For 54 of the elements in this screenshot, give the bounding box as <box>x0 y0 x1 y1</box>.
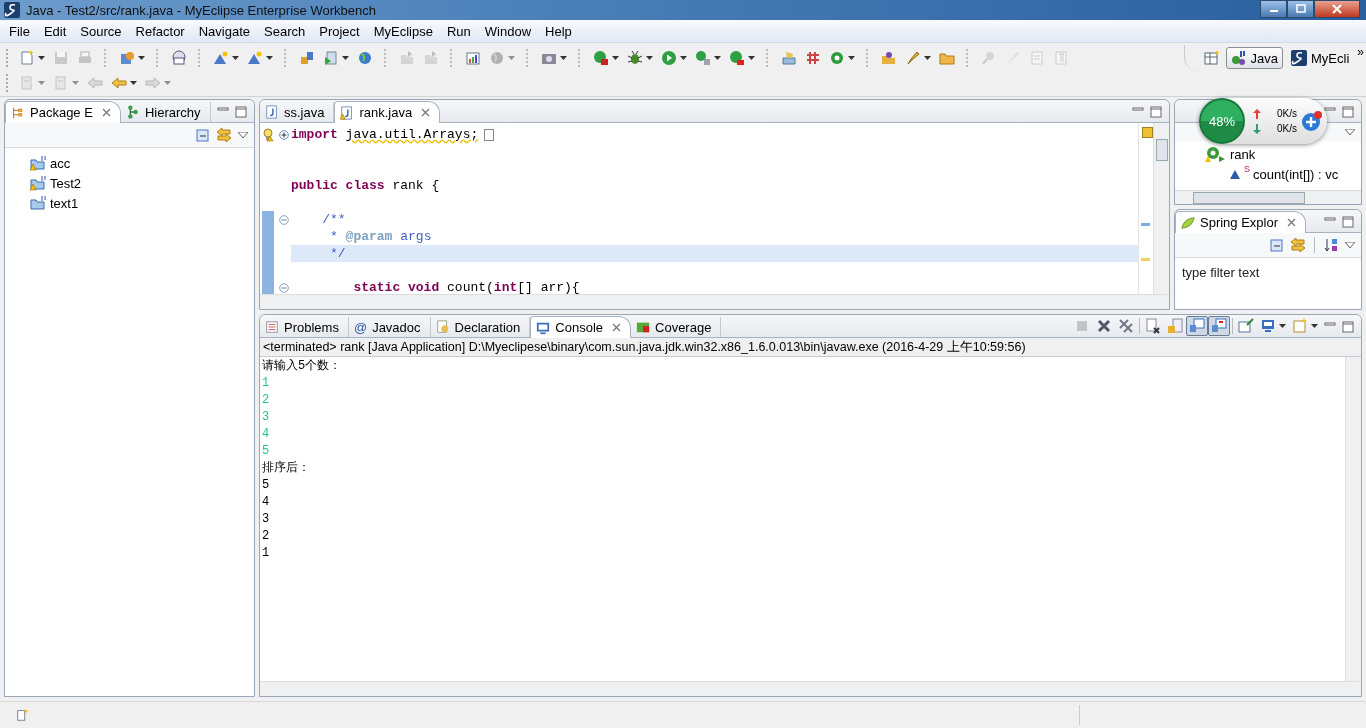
menu-item[interactable]: Search <box>257 23 313 39</box>
perspective-button[interactable]: MyEcli <box>1286 47 1355 69</box>
tree-item[interactable]: text1 <box>50 195 79 211</box>
view-tab[interactable]: Coverage <box>631 317 722 337</box>
view-tab[interactable]: Spring Explor <box>1175 211 1307 233</box>
code-line: static void count(int[] arr){ <box>352 280 580 294</box>
view-tab[interactable]: Problems <box>260 317 349 337</box>
view-tab[interactable]: Hierarchy <box>120 102 211 122</box>
perspective-button[interactable]: Java <box>1225 47 1284 69</box>
at-sign-icon: @ <box>353 319 368 335</box>
code-line: public class rank { <box>291 178 440 193</box>
static-marker: S <box>1244 164 1250 174</box>
menu-item[interactable]: File <box>2 23 37 39</box>
view-tab[interactable]: Console <box>530 316 631 338</box>
menu-item[interactable]: MyEclipse <box>366 23 440 39</box>
editor-tab[interactable]: ss.java <box>260 102 335 122</box>
code-line: */ <box>329 246 346 261</box>
console-line: 2 <box>261 528 271 545</box>
console-line: 请输入5个数： <box>261 358 343 375</box>
console-line: 4 <box>261 494 271 511</box>
console-header: <terminated> rank [Java Application] D:\Myeclipese\binary\com.sun.java.jdk.win32.x86_1.6.0.013\bin\javaw.exe (2016-4-29 上午10:59:56) <box>260 338 1361 357</box>
usage-gauge: 48% <box>1199 98 1245 144</box>
console-line: 3 <box>261 511 271 528</box>
console-line: 5 <box>261 443 271 460</box>
tree-item[interactable]: acc <box>50 155 71 171</box>
code-line: import java.util.Arrays; <box>291 127 479 142</box>
menu-item[interactable]: Refactor <box>128 23 192 39</box>
code-line: * @param args <box>329 229 432 244</box>
console-line: 2 <box>261 392 271 409</box>
console-line: 4 <box>261 426 271 443</box>
outline-item[interactable]: count(int[]) : vc <box>1253 166 1339 182</box>
console-line: 1 <box>261 545 271 562</box>
window-title: Java - Test2/src/rank.java - MyEclipse Enterprise Workbench <box>26 2 376 18</box>
editor-tab[interactable]: rank.java <box>334 101 441 123</box>
code-line: /** <box>321 212 346 227</box>
menu-item[interactable]: Project <box>312 23 367 39</box>
tree-item[interactable]: Test2 <box>50 175 82 191</box>
menu-item[interactable]: Navigate <box>191 23 257 39</box>
more-perspectives-button[interactable]: » <box>1357 45 1364 59</box>
console-line: 1 <box>261 375 271 392</box>
menu-item[interactable]: Run <box>439 23 478 39</box>
download-speed: 0K/s <box>1277 123 1297 134</box>
menu-item[interactable]: Window <box>477 23 539 39</box>
outline-item[interactable]: rank <box>1230 146 1256 162</box>
upload-speed: 0K/s <box>1277 108 1297 119</box>
menu-item[interactable]: Help <box>538 23 579 39</box>
console-line: 排序后： <box>261 460 311 477</box>
menu-item[interactable]: Edit <box>36 23 74 39</box>
console-line: 3 <box>261 409 271 426</box>
console-line: 5 <box>261 477 271 494</box>
menu-item[interactable]: Source <box>73 23 129 39</box>
view-tab[interactable]: Package E <box>5 101 121 123</box>
view-tab[interactable]: Declaration <box>430 317 531 337</box>
view-tab[interactable]: @ Javadoc <box>348 317 431 337</box>
